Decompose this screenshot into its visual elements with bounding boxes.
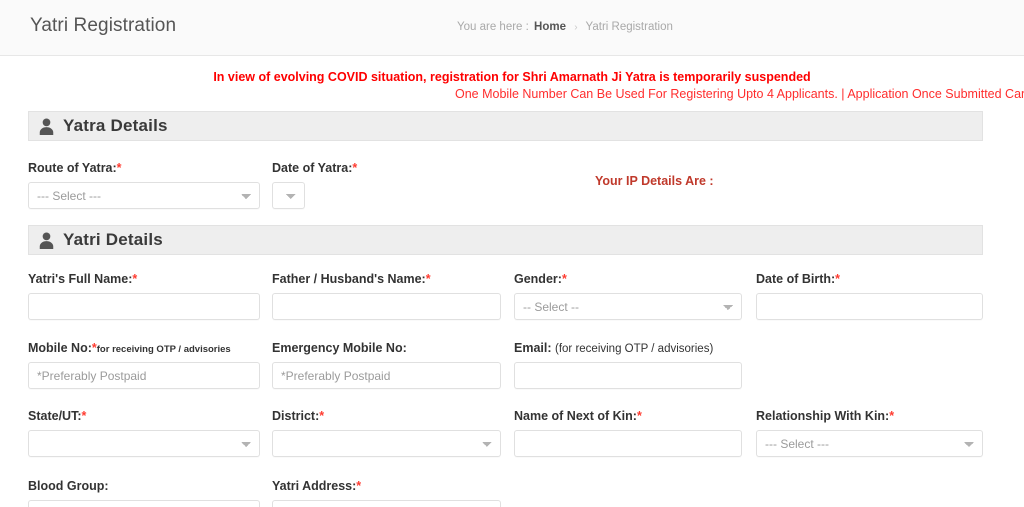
page-title: Yatri Registration (30, 15, 177, 36)
label-father-husband-name: Father / Husband's Name:* (272, 272, 431, 286)
emergency-mobile-no-input[interactable] (272, 362, 501, 389)
gender-select[interactable]: -- Select -- (514, 293, 742, 320)
required-asterisk: * (356, 479, 362, 493)
section-title: Yatri Details (63, 230, 163, 249)
required-asterisk: * (835, 272, 841, 286)
label-date-of-birth: Date of Birth:* (756, 272, 841, 286)
field-email: Email: (for receiving OTP / advisories) (514, 341, 742, 389)
marquee-notice: One Mobile Number Can Be Used For Regist… (455, 87, 1024, 101)
field-district: District:* (272, 409, 501, 457)
breadcrumb-separator-icon: › (574, 22, 578, 33)
field-relationship-with-kin: Relationship With Kin:* --- Select --- (756, 409, 983, 457)
required-asterisk: * (889, 409, 895, 423)
email-input[interactable] (514, 362, 742, 389)
person-icon (39, 118, 54, 135)
field-emergency-mobile-no: Emergency Mobile No: (272, 341, 501, 389)
label-yatri-address: Yatri Address:* (272, 479, 362, 493)
label-relationship-with-kin: Relationship With Kin:* (756, 409, 895, 423)
required-asterisk: * (352, 161, 358, 175)
required-asterisk: * (132, 272, 138, 286)
label-state-ut: State/UT:* (28, 409, 87, 423)
field-state-ut: State/UT:* (28, 409, 260, 457)
route-of-yatra-select[interactable]: --- Select --- (28, 182, 260, 209)
covid-suspension-notice: In view of evolving COVID situation, reg… (213, 70, 811, 84)
field-blood-group: Blood Group: (28, 479, 260, 507)
relationship-with-kin-select[interactable]: --- Select --- (756, 430, 983, 457)
field-yatri-full-name: Yatri's Full Name:* (28, 272, 260, 320)
label-blood-group: Blood Group: (28, 479, 109, 493)
required-asterisk: * (561, 272, 567, 286)
label-yatri-full-name: Yatri's Full Name:* (28, 272, 138, 286)
required-asterisk: * (319, 409, 325, 423)
yatri-full-name-input[interactable] (28, 293, 260, 320)
section-header-yatri-details: Yatri Details (28, 225, 983, 255)
field-date-of-yatra: Date of Yatra:* (272, 161, 358, 209)
label-email: Email: (for receiving OTP / advisories) (514, 341, 714, 355)
yatri-address-input[interactable] (272, 500, 501, 507)
yatri-registration-page: Yatri Registration You are here : Home ›… (0, 0, 1024, 507)
required-asterisk: * (116, 161, 122, 175)
date-of-yatra-select[interactable] (272, 182, 305, 209)
field-father-husband-name: Father / Husband's Name:* (272, 272, 501, 320)
label-emergency-mobile-no: Emergency Mobile No: (272, 341, 407, 355)
required-asterisk: * (425, 272, 431, 286)
page-header-bar: Yatri Registration You are here : Home ›… (0, 0, 1024, 56)
field-date-of-birth: Date of Birth:* (756, 272, 983, 320)
breadcrumb: You are here : Home › Yatri Registration (457, 21, 673, 33)
label-date-of-yatra: Date of Yatra:* (272, 161, 358, 175)
section-header-yatra-details: Yatra Details (28, 111, 983, 141)
blood-group-select[interactable] (28, 500, 260, 507)
ip-details-note: Your IP Details Are : (595, 174, 714, 188)
label-district: District:* (272, 409, 325, 423)
section-title: Yatra Details (63, 116, 168, 135)
label-gender: Gender:* (514, 272, 567, 286)
person-icon (39, 232, 54, 249)
label-route-of-yatra: Route of Yatra:* (28, 161, 122, 175)
date-of-birth-input[interactable] (756, 293, 983, 320)
required-asterisk: * (81, 409, 87, 423)
mobile-note: for receiving OTP / advisories (96, 344, 231, 355)
label-name-of-next-of-kin: Name of Next of Kin:* (514, 409, 642, 423)
state-ut-select[interactable] (28, 430, 260, 457)
name-of-next-of-kin-input[interactable] (514, 430, 742, 457)
field-yatri-address: Yatri Address:* (272, 479, 501, 507)
field-route-of-yatra: Route of Yatra:* --- Select --- (28, 161, 260, 209)
breadcrumb-home-link[interactable]: Home (534, 21, 566, 33)
father-husband-name-input[interactable] (272, 293, 501, 320)
district-select[interactable] (272, 430, 501, 457)
required-asterisk: * (636, 409, 642, 423)
breadcrumb-label: You are here : (457, 21, 529, 33)
field-mobile-no: Mobile No:*for receiving OTP / advisorie… (28, 341, 260, 389)
field-gender: Gender:* -- Select -- (514, 272, 742, 320)
breadcrumb-current: Yatri Registration (585, 21, 673, 33)
label-mobile-no: Mobile No:*for receiving OTP / advisorie… (28, 341, 231, 355)
mobile-no-input[interactable] (28, 362, 260, 389)
field-name-of-next-of-kin: Name of Next of Kin:* (514, 409, 742, 457)
alert-banner: In view of evolving COVID situation, reg… (0, 70, 1024, 104)
email-note: (for receiving OTP / advisories) (555, 343, 714, 355)
